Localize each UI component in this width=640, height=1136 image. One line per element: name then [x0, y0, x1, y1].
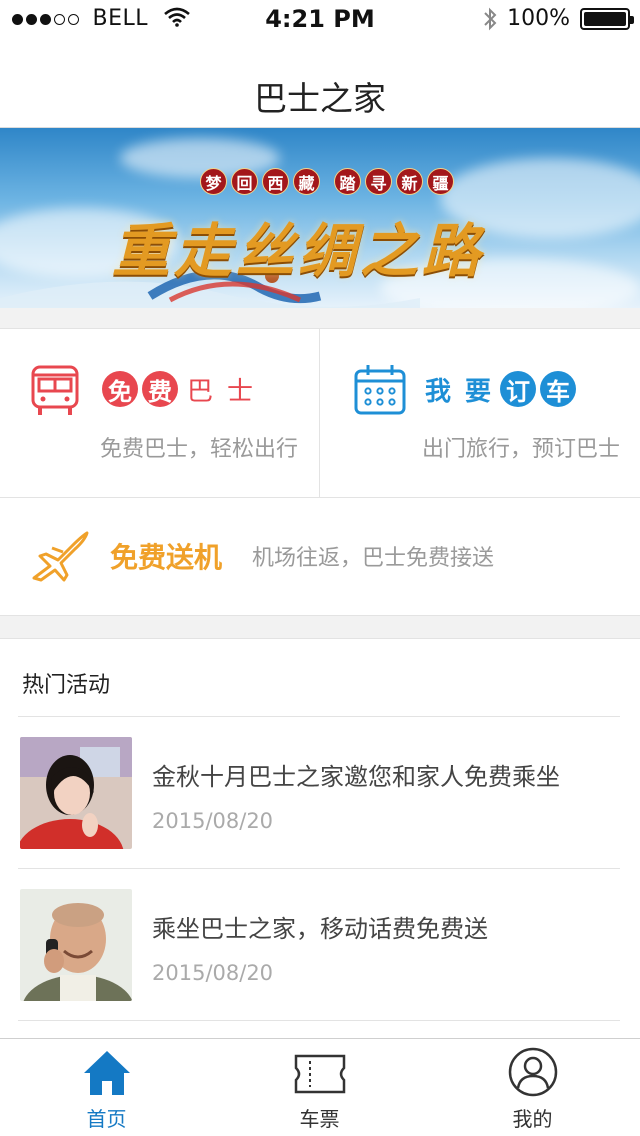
- free-bus-title-char: 士: [226, 376, 253, 407]
- banner-tag: 西: [262, 168, 289, 195]
- book-bus-title: 我 要 订 车: [420, 371, 576, 407]
- tab-home[interactable]: 首页: [0, 1039, 213, 1136]
- activity-thumbnail: [20, 889, 132, 1001]
- activity-date: 2015/08/20: [152, 809, 274, 833]
- banner-tag: 梦: [200, 168, 227, 195]
- page-title: 巴士之家: [254, 79, 386, 118]
- section-title: 热门活动: [22, 673, 111, 698]
- user-icon: [508, 1047, 557, 1097]
- hot-activities-section: 热门活动 金秋十月巴士之家邀您和家人免费乘坐 2015/08/20 乘坐巴士之家…: [0, 638, 640, 1038]
- divider: [18, 1020, 620, 1021]
- book-bus-title-char: 我: [424, 376, 451, 407]
- book-bus-button[interactable]: 我 要 订 车 出门旅行，预订巴士: [320, 329, 640, 497]
- navigation-bar: 巴士之家: [0, 40, 640, 128]
- free-bus-title-char: 免: [102, 371, 138, 407]
- banner-tag: 新: [396, 168, 423, 195]
- bus-icon: [31, 365, 79, 415]
- battery-icon: [580, 7, 634, 30]
- banner-tag: 疆: [427, 168, 454, 195]
- free-bus-title: 免 费 巴 士: [102, 371, 258, 407]
- tab-label: 车票: [299, 1107, 340, 1131]
- free-bus-title-char: 巴: [186, 376, 213, 407]
- tab-label: 我的: [512, 1107, 553, 1131]
- banner-tag: 藏: [293, 168, 320, 195]
- tab-bar: 首页 车票 我的: [0, 1038, 640, 1136]
- airport-transfer-title: 免费送机: [110, 541, 223, 574]
- divider: [18, 716, 620, 717]
- divider: [18, 868, 620, 869]
- book-bus-title-char: 车: [540, 371, 576, 407]
- book-bus-title-char: 要: [464, 376, 491, 407]
- free-bus-subtitle: 免费巴士，轻松出行: [100, 437, 299, 462]
- airplane-icon: [32, 531, 89, 582]
- tab-label: 首页: [86, 1107, 127, 1131]
- activity-item[interactable]: 金秋十月巴士之家邀您和家人免费乘坐 2015/08/20: [20, 737, 620, 849]
- banner-tag: 踏: [334, 168, 361, 195]
- home-icon: [83, 1051, 130, 1095]
- book-bus-title-char: 订: [500, 371, 536, 407]
- status-right: 100%: [483, 6, 634, 31]
- bluetooth-icon: [484, 7, 497, 30]
- airport-transfer-subtitle: 机场往返，巴士免费接送: [252, 546, 495, 571]
- free-bus-button[interactable]: 免 费 巴 士 免费巴士，轻松出行: [0, 329, 320, 497]
- calendar-icon: [354, 365, 406, 415]
- services-panel: 免 费 巴 士 免费巴士，轻松出行 我 要 订 车 出门旅行，预订巴士 免费送机…: [0, 328, 640, 616]
- free-bus-title-char: 费: [142, 371, 178, 407]
- banner-headline: 重走丝绸之路: [112, 217, 485, 285]
- banner-tag: 寻: [365, 168, 392, 195]
- activity-item[interactable]: 乘坐巴士之家，移动话费免费送 2015/08/20: [20, 889, 620, 1001]
- ticket-icon: [294, 1054, 345, 1094]
- airport-transfer-button[interactable]: 免费送机 机场往返，巴士免费接送: [0, 497, 640, 617]
- activity-date: 2015/08/20: [152, 961, 274, 985]
- banner-tags: 梦 回 西 藏 踏 寻 新 疆: [200, 168, 454, 195]
- banner-tag: 回: [231, 168, 258, 195]
- activity-thumbnail: [20, 737, 132, 849]
- activity-title: 金秋十月巴士之家邀您和家人免费乘坐: [152, 763, 560, 791]
- tab-profile[interactable]: 我的: [426, 1039, 639, 1136]
- book-bus-subtitle: 出门旅行，预订巴士: [422, 437, 621, 462]
- battery-percent: 100%: [507, 6, 570, 31]
- promo-banner-carousel[interactable]: 梦 回 西 藏 踏 寻 新 疆 重走丝绸之路: [0, 128, 640, 308]
- status-bar: BELL 4:21 PM 100%: [0, 0, 640, 40]
- activity-title: 乘坐巴士之家，移动话费免费送: [152, 915, 488, 943]
- tab-tickets[interactable]: 车票: [213, 1039, 426, 1136]
